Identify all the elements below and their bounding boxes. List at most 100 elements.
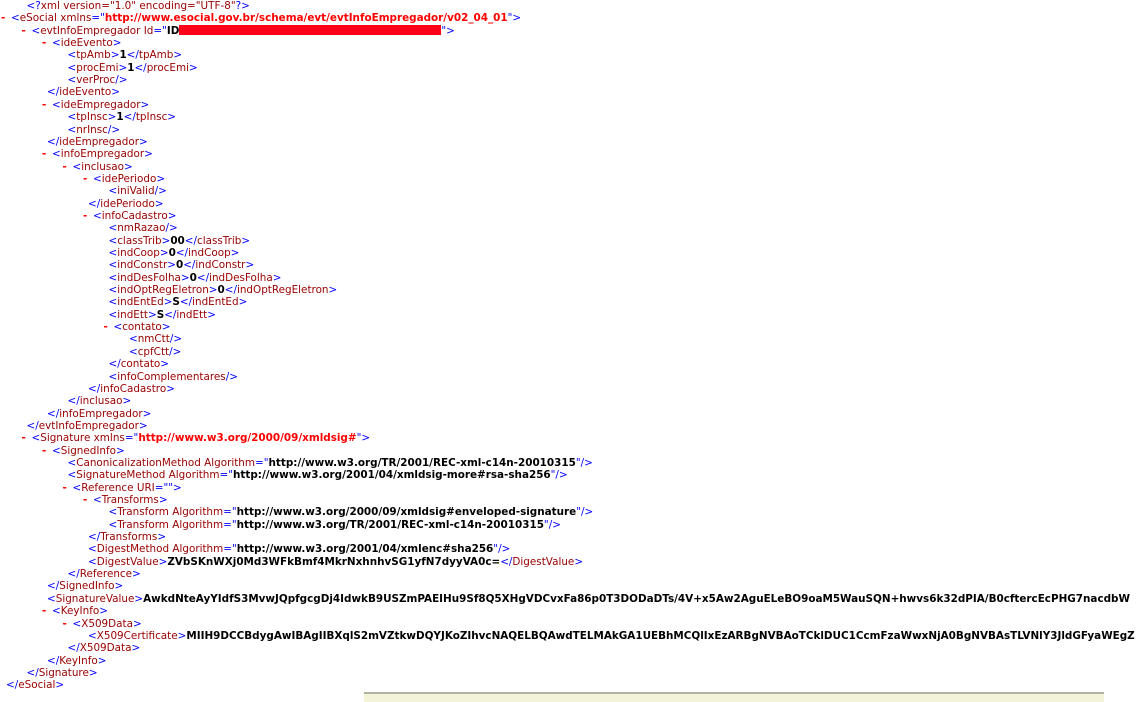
xml-line[interactable]: - <eSocial xmlns="http://www.esocial.gov.… xyxy=(0,12,521,24)
xml-line: <DigestMethod Algorithm="http://www.w3.o… xyxy=(88,543,510,555)
xml-markup: > xyxy=(328,284,338,297)
xml-markup: > xyxy=(131,642,141,655)
collapse-toggle[interactable]: - xyxy=(41,148,52,160)
xml-line[interactable]: - <infoEmpregador> xyxy=(41,148,153,160)
xml-markup: </ xyxy=(47,654,60,667)
xml-markup: < xyxy=(108,308,118,321)
xml-line: <cpfCtt/> xyxy=(129,346,181,358)
xml-tag-name: cpfCtt xyxy=(137,345,170,358)
xml-markup: < xyxy=(31,432,41,445)
xml-markup: > xyxy=(112,37,122,50)
xml-line[interactable]: - <Transforms> xyxy=(82,494,168,506)
collapse-toggle[interactable]: - xyxy=(41,99,52,111)
xml-line: <indDesFolha>0</indDesFolha> xyxy=(109,272,282,284)
xml-line: </evtInfoEmpregador> xyxy=(27,420,148,432)
xml-markup: =" xyxy=(124,432,139,445)
xml-markup: =" xyxy=(219,469,234,482)
collapse-toggle[interactable]: - xyxy=(82,173,93,185)
xml-markup: > xyxy=(132,568,141,581)
collapse-toggle[interactable]: - xyxy=(41,445,52,457)
xml-line[interactable]: - <ideEmpregador> xyxy=(41,99,149,111)
xml-tag-name: idePeriodo xyxy=(101,172,157,185)
collapse-toggle[interactable]: - xyxy=(21,432,32,444)
xml-text-value: http://www.w3.org/TR/2001/REC-xml-c14n-2… xyxy=(236,518,544,531)
xml-namespace-value: http://www.w3.org/2000/09/xmldsig# xyxy=(138,432,357,445)
xml-line: <nmCtt/> xyxy=(129,333,182,345)
xml-markup: < xyxy=(47,592,56,605)
collapse-toggle[interactable]: - xyxy=(62,618,73,630)
collapse-toggle[interactable]: - xyxy=(103,321,114,333)
xml-markup: > xyxy=(272,271,282,284)
xml-markup: < xyxy=(108,222,118,235)
xml-tag-name: tpInsc xyxy=(76,111,108,124)
xml-line: <iniValid/> xyxy=(109,185,167,197)
xml-tag-name: idePeriodo xyxy=(100,197,155,210)
collapse-toggle[interactable]: - xyxy=(0,12,11,24)
xml-text-value: http://www.w3.org/TR/2001/REC-xml-c14n-2… xyxy=(268,456,576,469)
xml-line: <infoComplementares/> xyxy=(109,371,238,383)
xml-line: </idePeriodo> xyxy=(88,198,164,210)
xml-markup: < xyxy=(52,148,61,161)
xml-markup: < xyxy=(11,12,20,25)
xml-tag-name: evtInfoEmpregador xyxy=(40,24,141,37)
xml-markup: > xyxy=(156,172,166,185)
xml-line[interactable]: - <inclusao> xyxy=(62,161,133,173)
xml-text-value: ID xyxy=(166,24,180,37)
xml-line[interactable]: - <Signature xmlns="http://www.w3.org/200… xyxy=(21,432,371,444)
xml-line: <tpAmb>1</tpAmb> xyxy=(68,49,183,61)
xml-markup: > xyxy=(140,98,150,111)
xml-text-value: 0 xyxy=(189,271,197,284)
collapse-toggle[interactable]: - xyxy=(82,210,93,222)
xml-text-value: http://www.w3.org/2000/09/xmldsig#envelo… xyxy=(236,506,577,519)
xml-line: <Transform Algorithm="http://www.w3.org/… xyxy=(109,506,594,518)
xml-markup: > xyxy=(122,395,132,408)
xml-line: </inclusao> xyxy=(68,395,132,407)
collapse-toggle[interactable]: - xyxy=(41,37,52,49)
xml-markup: </ xyxy=(47,86,60,99)
xml-markup: < xyxy=(67,74,77,87)
xml-tag-name: SignedInfo xyxy=(60,444,117,457)
xml-attr-name: Algorithm xyxy=(168,518,224,531)
xml-line[interactable]: - <Reference URI=""> xyxy=(62,482,182,494)
xml-line[interactable]: - <contato> xyxy=(103,321,171,333)
xml-markup: </ xyxy=(126,49,139,62)
xml-tag-name: infoCadastro xyxy=(101,209,168,222)
collapse-toggle[interactable]: - xyxy=(41,605,52,617)
xml-markup: < xyxy=(67,469,77,482)
xml-line[interactable]: - <SignedInfo> xyxy=(41,445,125,457)
xml-markup: < xyxy=(93,209,102,222)
xml-markup: > xyxy=(238,296,248,309)
xml-tag-name: SignatureValue xyxy=(55,592,135,605)
xml-line: </Signature> xyxy=(27,667,98,679)
xml-line[interactable]: - <ideEvento> xyxy=(41,37,121,49)
xml-attr-name: Algorithm xyxy=(169,543,224,556)
collapse-toggle[interactable]: - xyxy=(62,482,73,494)
xml-tag-name: SignatureMethod xyxy=(76,469,166,482)
xml-markup: < xyxy=(129,333,138,346)
xml-tag-name: Transforms xyxy=(101,494,159,506)
xml-line[interactable]: - <infoCadastro> xyxy=(82,210,176,222)
collapse-toggle[interactable]: - xyxy=(21,25,32,37)
xml-markup: </ xyxy=(26,666,39,679)
xml-line[interactable]: - <X509Data> xyxy=(62,618,142,630)
xml-line: <indEntEd>S</indEntEd> xyxy=(109,296,248,308)
xml-line[interactable]: - <idePeriodo> xyxy=(82,173,165,185)
xml-line[interactable]: - <KeyInfo> xyxy=(41,605,108,617)
xml-attr-name: Algorithm xyxy=(200,456,256,469)
xml-tag-name: Reference xyxy=(79,568,133,581)
xml-markup: > xyxy=(134,592,144,605)
xml-line: </SignedInfo> xyxy=(47,580,123,592)
xml-markup: </ xyxy=(88,197,101,210)
xml-markup: < xyxy=(108,234,118,247)
xml-tag-name: evtInfoEmpregador xyxy=(38,419,139,432)
xml-markup: > xyxy=(148,308,157,321)
xml-markup: > xyxy=(158,494,168,506)
xml-tag-name: KeyInfo xyxy=(59,654,98,667)
collapse-toggle[interactable]: - xyxy=(62,161,73,173)
collapse-toggle[interactable]: - xyxy=(82,494,93,506)
xml-markup: < xyxy=(108,370,118,383)
xml-line[interactable]: - <evtInfoEmpregador Id="ID "> xyxy=(21,24,455,37)
xml-markup: </ xyxy=(67,642,80,655)
xml-markup: > xyxy=(142,407,152,420)
xml-tag-name: Reference xyxy=(81,481,134,494)
